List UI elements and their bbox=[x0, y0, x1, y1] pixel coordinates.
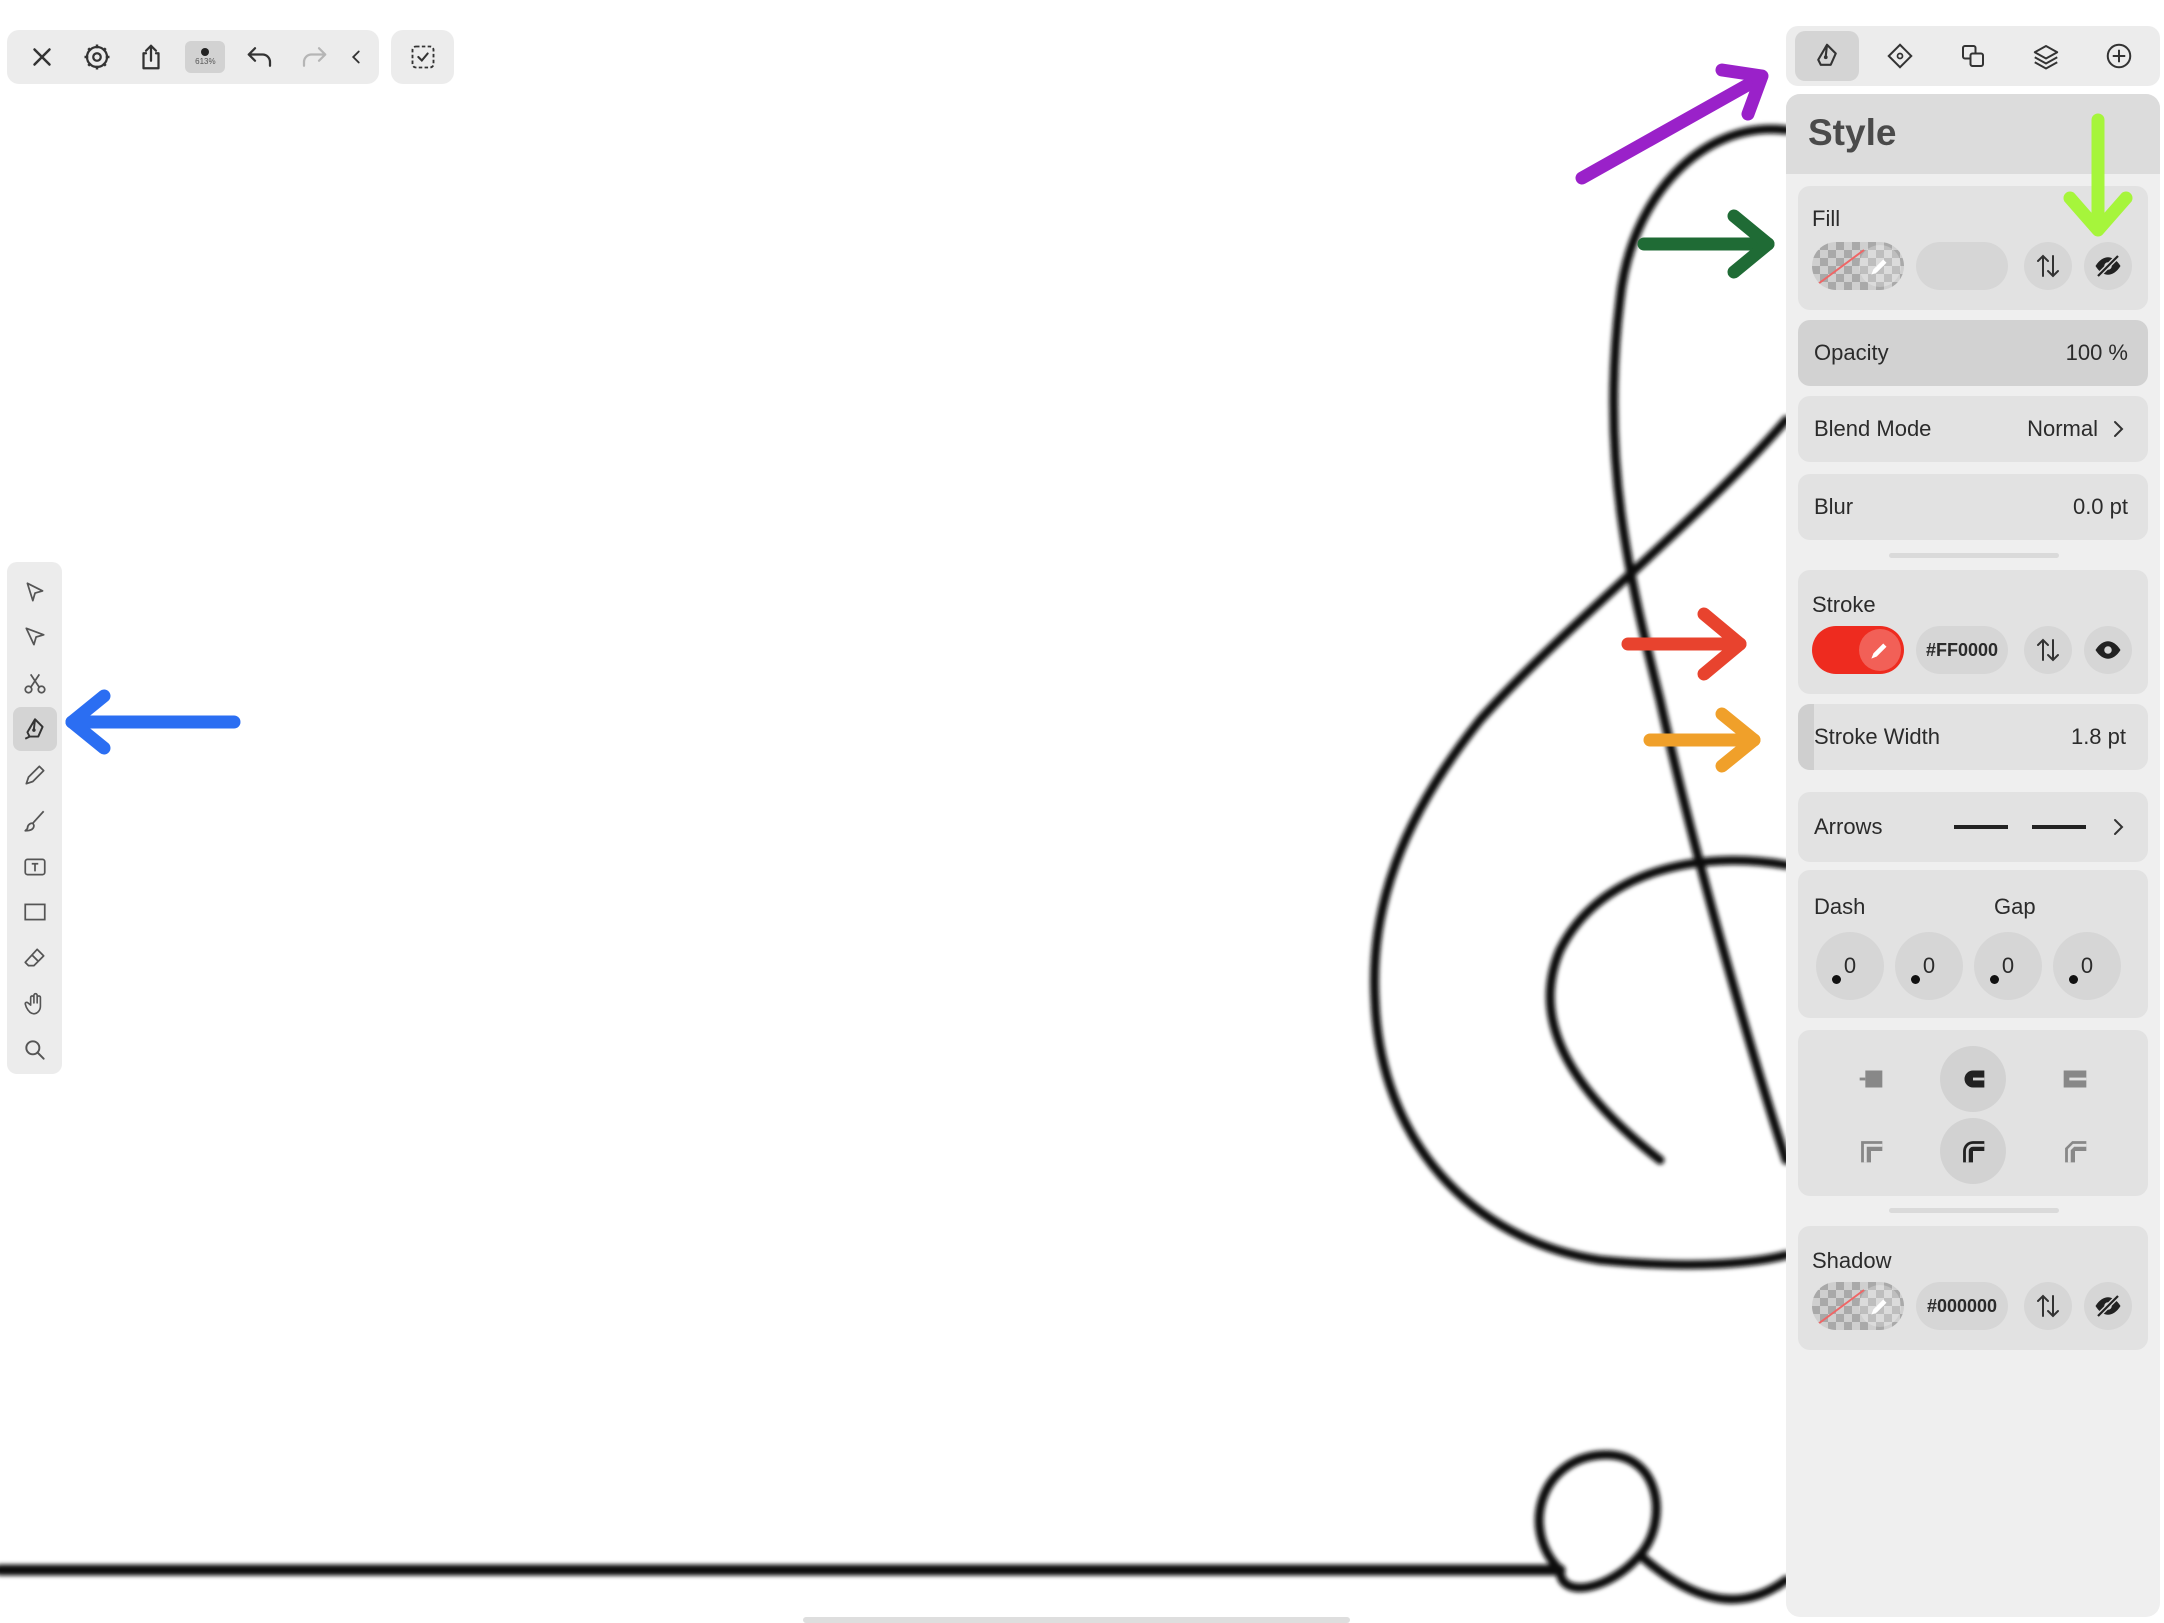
gap-label: Gap bbox=[1994, 894, 2036, 919]
fill-color-swatch[interactable] bbox=[1812, 242, 1904, 290]
gap-value-1: 0 bbox=[1922, 953, 1936, 978]
chevron-left-icon[interactable] bbox=[341, 30, 371, 84]
shadow-hex-field[interactable]: #000000 bbox=[1916, 1282, 2008, 1330]
arrange-icon[interactable] bbox=[1941, 31, 2005, 81]
close-icon[interactable] bbox=[15, 30, 69, 84]
shadow-label: Shadow bbox=[1812, 1248, 1892, 1273]
stroke-width-value: 1.8 pt bbox=[2070, 724, 2126, 749]
arrows-row[interactable]: Arrows bbox=[1798, 792, 2148, 862]
stroke-label: Stroke bbox=[1812, 592, 1876, 617]
chevron-right-icon bbox=[2114, 819, 2124, 835]
dash-knob-2[interactable]: 0 bbox=[1974, 932, 2042, 1000]
blend-mode-label: Blend Mode bbox=[1814, 416, 1932, 441]
add-icon[interactable] bbox=[2087, 31, 2151, 81]
arrow-start-line bbox=[1954, 825, 2008, 829]
swap-icon[interactable] bbox=[2024, 1282, 2072, 1330]
slider-fill bbox=[1798, 704, 1814, 770]
style-icon[interactable] bbox=[1794, 31, 1859, 81]
round-cap-icon[interactable] bbox=[1940, 1046, 2006, 1112]
style-panel: Style Fill Opacity 100 % Blend Mode Norm… bbox=[1786, 94, 2160, 1617]
eyedropper-icon[interactable] bbox=[1859, 245, 1901, 287]
blend-mode-value: Normal bbox=[2027, 416, 2098, 441]
gear-icon[interactable] bbox=[69, 30, 123, 84]
tool-palette bbox=[7, 562, 62, 1074]
square-cap-icon[interactable] bbox=[2042, 1046, 2108, 1112]
pen-icon[interactable] bbox=[12, 707, 57, 751]
shadow-card: Shadow #000000 bbox=[1798, 1226, 2148, 1350]
eyedropper-icon[interactable] bbox=[1859, 629, 1901, 671]
blur-label: Blur bbox=[1814, 494, 1854, 519]
zoom-level: 613% bbox=[195, 57, 216, 66]
miter-join-icon[interactable] bbox=[1838, 1118, 1904, 1184]
swap-icon[interactable] bbox=[2024, 242, 2072, 290]
rectangle-icon[interactable] bbox=[13, 891, 57, 934]
eraser-icon[interactable] bbox=[13, 937, 57, 980]
stroke-card: Stroke #FF0000 bbox=[1798, 570, 2148, 694]
dash-label: Dash bbox=[1814, 894, 1866, 919]
dash-value-2: 0 bbox=[2001, 953, 2015, 978]
zoom-indicator[interactable]: 613% bbox=[178, 30, 232, 84]
arrow-end-line bbox=[2032, 825, 2086, 829]
home-indicator bbox=[803, 1617, 1350, 1623]
top-toolbar: 613% bbox=[7, 30, 379, 84]
panel-title: Style bbox=[1808, 112, 1897, 153]
section-divider bbox=[1889, 1208, 2059, 1213]
scissors-icon[interactable] bbox=[13, 662, 57, 705]
eye-icon[interactable] bbox=[2084, 626, 2132, 674]
blur-value: 0.0 pt bbox=[2072, 494, 2128, 519]
dash-knob-1[interactable]: 0 bbox=[1816, 932, 1884, 1000]
stroke-width-label: Stroke Width bbox=[1814, 724, 1940, 749]
shadow-color-swatch[interactable] bbox=[1812, 1282, 1904, 1330]
gap-knob-2[interactable]: 0 bbox=[2053, 932, 2121, 1000]
stroke-width-slider[interactable]: Stroke Width 1.8 pt bbox=[1798, 704, 2148, 770]
blend-mode-row[interactable]: Blend Mode Normal bbox=[1798, 396, 2148, 462]
opacity-slider[interactable]: Opacity 100 % bbox=[1798, 320, 2148, 386]
select-arrow-icon[interactable] bbox=[13, 570, 57, 613]
blur-slider[interactable]: Blur 0.0 pt bbox=[1798, 474, 2148, 540]
gap-knob-1[interactable]: 0 bbox=[1895, 932, 1963, 1000]
round-join-icon[interactable] bbox=[1940, 1118, 2006, 1184]
eye-hidden-icon[interactable] bbox=[2084, 1282, 2132, 1330]
eye-hidden-icon[interactable] bbox=[2084, 242, 2132, 290]
zoom-icon[interactable] bbox=[13, 1028, 57, 1071]
opacity-value: 100 % bbox=[2065, 340, 2128, 365]
fill-card: Fill bbox=[1798, 186, 2148, 310]
bevel-join-icon[interactable] bbox=[2042, 1118, 2108, 1184]
stroke-color-swatch[interactable] bbox=[1812, 626, 1904, 674]
brush-icon[interactable] bbox=[13, 799, 57, 842]
chevron-right-icon bbox=[2114, 421, 2124, 437]
brush-size-dot bbox=[201, 48, 210, 56]
opacity-label: Opacity bbox=[1814, 340, 1889, 365]
fill-hex-field[interactable] bbox=[1916, 242, 2008, 290]
direct-select-icon[interactable] bbox=[13, 616, 57, 659]
panel-header: Style bbox=[1786, 94, 2160, 174]
dash-gap-card: Dash Gap 0 0 0 0 bbox=[1798, 870, 2148, 1018]
pencil-icon[interactable] bbox=[13, 753, 57, 796]
hand-icon[interactable] bbox=[13, 982, 57, 1025]
select-check-icon[interactable] bbox=[391, 30, 454, 84]
eyedropper-icon[interactable] bbox=[1859, 1285, 1901, 1327]
arrows-label: Arrows bbox=[1814, 814, 1883, 839]
dash-value-1: 0 bbox=[1843, 953, 1857, 978]
butt-cap-icon[interactable] bbox=[1838, 1046, 1904, 1112]
layers-icon[interactable] bbox=[2014, 31, 2078, 81]
stroke-hex-field[interactable]: #FF0000 bbox=[1916, 626, 2008, 674]
swap-icon[interactable] bbox=[2024, 626, 2072, 674]
cap-join-card bbox=[1798, 1030, 2148, 1196]
path-icon[interactable] bbox=[1868, 31, 1932, 81]
inspector-tabs bbox=[1786, 26, 2160, 86]
redo-icon[interactable] bbox=[287, 30, 341, 84]
undo-icon[interactable] bbox=[233, 30, 287, 84]
gap-value-2: 0 bbox=[2080, 953, 2094, 978]
section-divider bbox=[1889, 553, 2059, 558]
fill-label: Fill bbox=[1812, 206, 1841, 231]
share-icon[interactable] bbox=[124, 30, 178, 84]
text-icon[interactable] bbox=[13, 845, 57, 888]
